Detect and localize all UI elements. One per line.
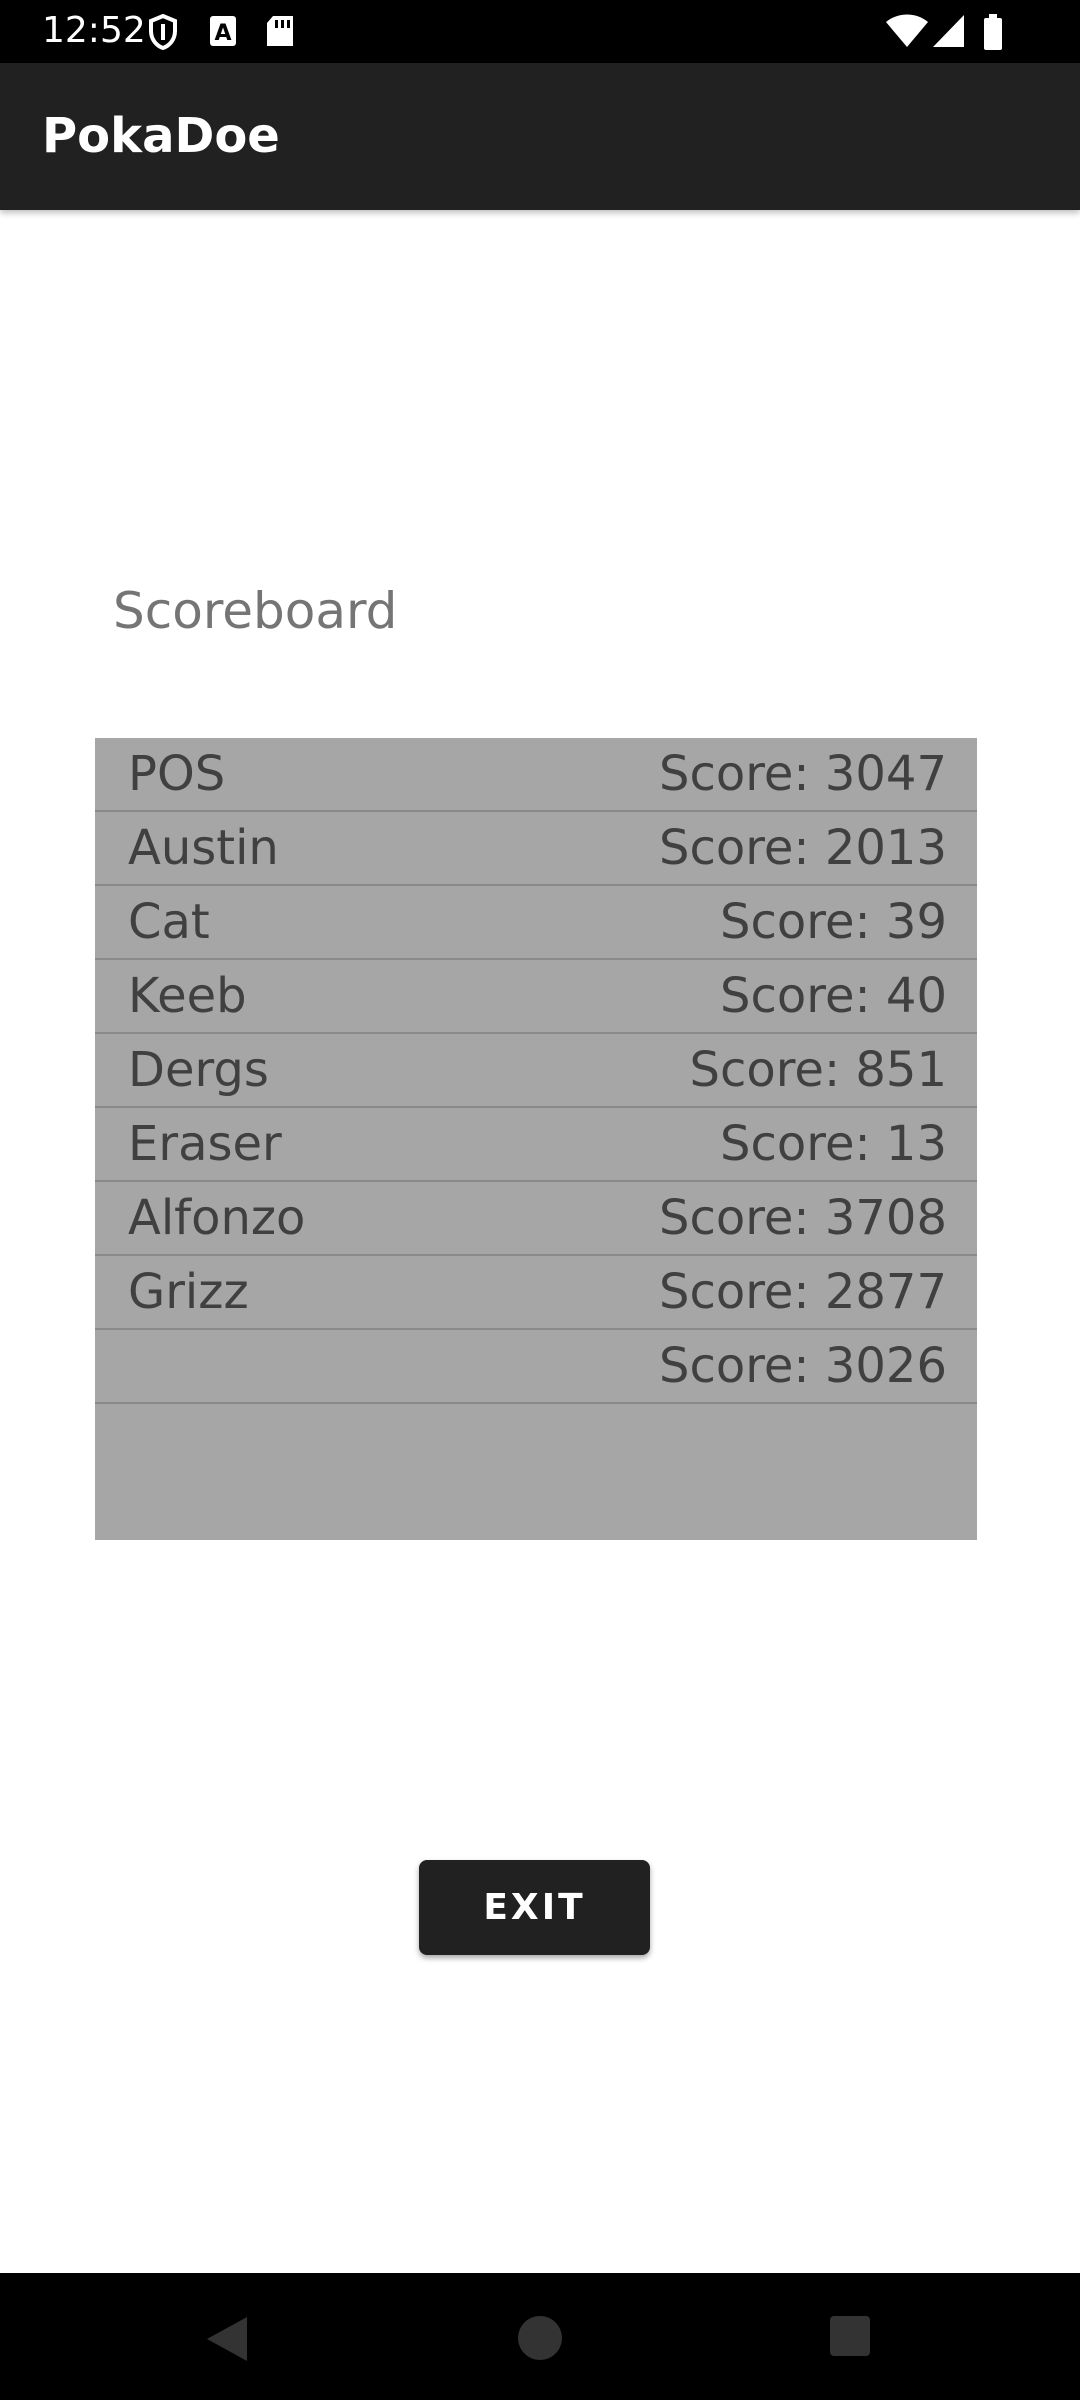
app-bar: PokaDoe bbox=[0, 63, 1080, 210]
scoreboard-list[interactable]: POS Score: 3047 Austin Score: 2013 Cat S… bbox=[95, 738, 977, 1540]
list-item: Alfonzo Score: 3708 bbox=[95, 1182, 977, 1256]
exit-button[interactable]: EXIT bbox=[419, 1860, 650, 1955]
player-name: Grizz bbox=[128, 1264, 249, 1320]
app-title: PokaDoe bbox=[42, 108, 280, 164]
player-name: Austin bbox=[128, 820, 279, 876]
sd-card-icon bbox=[265, 14, 295, 53]
cell-signal-icon bbox=[932, 14, 966, 53]
a-box-icon: A bbox=[208, 14, 238, 53]
player-score: Score: 2013 bbox=[658, 820, 947, 876]
player-score: Score: 3026 bbox=[658, 1338, 947, 1394]
player-name: POS bbox=[128, 746, 226, 802]
status-bar: 12:52 A bbox=[0, 0, 1080, 63]
navigation-bar bbox=[0, 2273, 1080, 2400]
list-item: Austin Score: 2013 bbox=[95, 812, 977, 886]
player-score: Score: 40 bbox=[720, 968, 947, 1024]
player-score: Score: 851 bbox=[689, 1042, 947, 1098]
player-score: Score: 39 bbox=[720, 894, 947, 950]
player-score: Score: 3708 bbox=[658, 1190, 947, 1246]
battery-icon bbox=[983, 14, 1003, 55]
list-item: Eraser Score: 13 bbox=[95, 1108, 977, 1182]
status-time: 12:52 bbox=[42, 10, 146, 51]
list-item: Keeb Score: 40 bbox=[95, 960, 977, 1034]
player-name: Keeb bbox=[128, 968, 247, 1024]
list-item: Score: 3026 bbox=[95, 1330, 977, 1404]
player-score: Score: 3047 bbox=[658, 746, 947, 802]
player-score: Score: 13 bbox=[720, 1116, 947, 1172]
home-icon[interactable] bbox=[517, 2315, 563, 2366]
list-item: Dergs Score: 851 bbox=[95, 1034, 977, 1108]
back-icon[interactable] bbox=[205, 2315, 249, 2368]
shield-icon bbox=[148, 13, 178, 55]
wifi-icon bbox=[885, 14, 929, 53]
scoreboard-heading: Scoreboard bbox=[113, 582, 398, 640]
list-item: POS Score: 3047 bbox=[95, 738, 977, 812]
recents-icon[interactable] bbox=[829, 2315, 871, 2362]
list-item: Cat Score: 39 bbox=[95, 886, 977, 960]
player-name: Dergs bbox=[128, 1042, 269, 1098]
player-name: Cat bbox=[128, 894, 210, 950]
player-score: Score: 2877 bbox=[658, 1264, 947, 1320]
player-name: Eraser bbox=[128, 1116, 282, 1172]
svg-text:A: A bbox=[214, 21, 231, 46]
list-item: Grizz Score: 2877 bbox=[95, 1256, 977, 1330]
player-name: Alfonzo bbox=[128, 1190, 306, 1246]
